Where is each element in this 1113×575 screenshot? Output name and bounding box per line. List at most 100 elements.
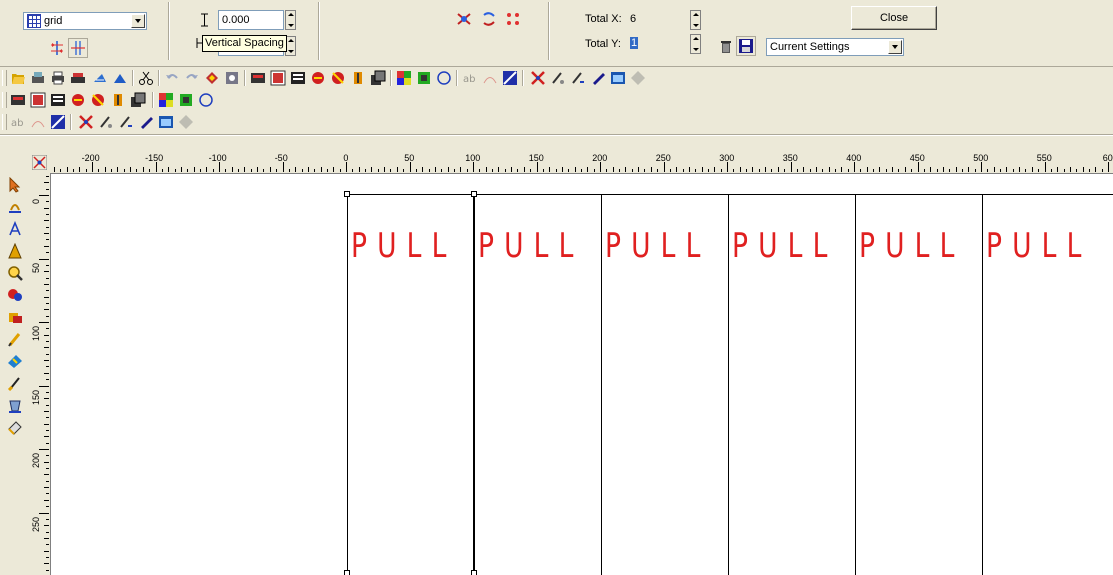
open-icon[interactable]: [10, 70, 26, 86]
selection-handle[interactable]: [344, 191, 350, 197]
vertical-ruler[interactable]: 0501001502002503: [30, 173, 51, 575]
shape-icon[interactable]: [50, 114, 66, 130]
cut-icon[interactable]: [92, 70, 108, 86]
pull-text[interactable]: PULL: [605, 226, 711, 266]
circle-icon[interactable]: [436, 70, 452, 86]
chevron-down-icon[interactable]: [131, 14, 145, 28]
zoom-icon[interactable]: [7, 265, 23, 281]
design-canvas[interactable]: PULL PULL PULL PULL PULL PULL: [51, 174, 1113, 575]
total-x-input[interactable]: 6: [627, 10, 691, 30]
pull-text[interactable]: PULL: [986, 226, 1092, 266]
stack-icon[interactable]: [130, 92, 146, 108]
horizontal-ruler[interactable]: -200 -150 -100 -50 0 50 100 150 200 250 300 350 400 4…: [50, 153, 1113, 174]
total-y-input[interactable]: 1: [627, 34, 691, 54]
align-icon[interactable]: [10, 92, 26, 108]
fill-text-icon[interactable]: [7, 243, 23, 259]
pen-icon[interactable]: [112, 70, 128, 86]
weed-icon[interactable]: [310, 70, 326, 86]
scissors-icon[interactable]: [138, 70, 154, 86]
eraser-tool-icon[interactable]: [7, 419, 23, 435]
layout-icon[interactable]: [290, 70, 306, 86]
cut-path-icon[interactable]: [7, 353, 23, 369]
redo-icon[interactable]: [184, 70, 200, 86]
settings-icon[interactable]: [630, 70, 646, 86]
pencil-icon[interactable]: [138, 114, 154, 130]
bucket-icon[interactable]: [7, 397, 23, 413]
ruler-tick: [282, 162, 284, 172]
trash-icon[interactable]: [718, 38, 734, 54]
save-settings-button[interactable]: [736, 36, 756, 56]
mirror-icon[interactable]: [204, 70, 220, 86]
brush-icon[interactable]: [98, 114, 114, 130]
layout-dropdown[interactable]: grid: [23, 12, 147, 30]
text-icon[interactable]: ab: [10, 114, 26, 130]
window-icon[interactable]: [610, 70, 626, 86]
shadow-icon[interactable]: [110, 92, 126, 108]
ruler-tick: [46, 531, 49, 533]
table-icon[interactable]: [270, 70, 286, 86]
selection-handle[interactable]: [344, 570, 350, 575]
circle-icon[interactable]: [198, 92, 214, 108]
delete-node-icon[interactable]: [530, 70, 546, 86]
undo-icon[interactable]: [164, 70, 180, 86]
weed-icon[interactable]: [70, 92, 86, 108]
pull-text[interactable]: PULL: [859, 226, 965, 266]
color-icon[interactable]: [330, 70, 346, 86]
ruler-tick: [942, 167, 944, 172]
pull-text[interactable]: PULL: [478, 226, 584, 266]
rotate-icon[interactable]: [224, 70, 240, 86]
ruler-tick: [44, 410, 49, 412]
selection-handle[interactable]: [471, 191, 477, 197]
window-icon[interactable]: [158, 114, 174, 130]
layout-icon[interactable]: [50, 92, 66, 108]
scan-icon[interactable]: [30, 70, 46, 86]
text-path-icon[interactable]: [30, 114, 46, 130]
brush-tool-icon[interactable]: [7, 375, 23, 391]
select-icon[interactable]: [7, 177, 23, 193]
ruler-tick: [1038, 169, 1040, 172]
eraser-icon[interactable]: [118, 114, 134, 130]
rotate-grid-icon[interactable]: [481, 11, 499, 27]
pen-tool-icon[interactable]: [7, 331, 23, 347]
fill-grid-icon[interactable]: [456, 11, 474, 27]
spacing-input[interactable]: 0.000: [218, 10, 284, 30]
brush-icon[interactable]: [550, 70, 566, 86]
total-x-spinner[interactable]: [690, 10, 701, 30]
node-icon[interactable]: [7, 199, 23, 215]
ruler-tick: [44, 245, 49, 247]
print-icon[interactable]: [50, 70, 66, 86]
stack-icon[interactable]: [370, 70, 386, 86]
vertical-center-toggle[interactable]: [68, 38, 88, 58]
pull-text[interactable]: PULL: [732, 226, 838, 266]
fill-icon[interactable]: [158, 92, 174, 108]
eraser-icon[interactable]: [570, 70, 586, 86]
color-icon[interactable]: [90, 92, 106, 108]
align-icon[interactable]: [250, 70, 266, 86]
pull-text[interactable]: PULL: [351, 226, 457, 266]
contour-icon[interactable]: [416, 70, 432, 86]
close-button[interactable]: Close: [851, 6, 937, 30]
shape-icon[interactable]: [502, 70, 518, 86]
chevron-down-icon[interactable]: [888, 40, 902, 54]
table-icon[interactable]: [30, 92, 46, 108]
ellipse-icon[interactable]: [7, 287, 23, 303]
spacing-spinner[interactable]: [285, 10, 296, 30]
rectangle-icon[interactable]: [7, 309, 23, 325]
text-icon[interactable]: ab: [462, 70, 478, 86]
ruler-corner[interactable]: [30, 153, 50, 173]
delete-node-icon[interactable]: [78, 114, 94, 130]
total-y-spinner[interactable]: [690, 34, 701, 54]
settings-icon[interactable]: [178, 114, 194, 130]
align-grid-icon[interactable]: [505, 11, 523, 27]
plot-icon[interactable]: [70, 70, 86, 86]
text-tool-icon[interactable]: [7, 221, 23, 237]
fill-icon[interactable]: [396, 70, 412, 86]
shadow-icon[interactable]: [350, 70, 366, 86]
selection-handle[interactable]: [471, 570, 477, 575]
settings-dropdown[interactable]: Current Settings: [766, 38, 904, 56]
pencil-icon[interactable]: [590, 70, 606, 86]
ruler-tick: [492, 169, 494, 172]
text-path-icon[interactable]: [482, 70, 498, 86]
horizontal-center-icon[interactable]: [49, 40, 65, 56]
contour-icon[interactable]: [178, 92, 194, 108]
